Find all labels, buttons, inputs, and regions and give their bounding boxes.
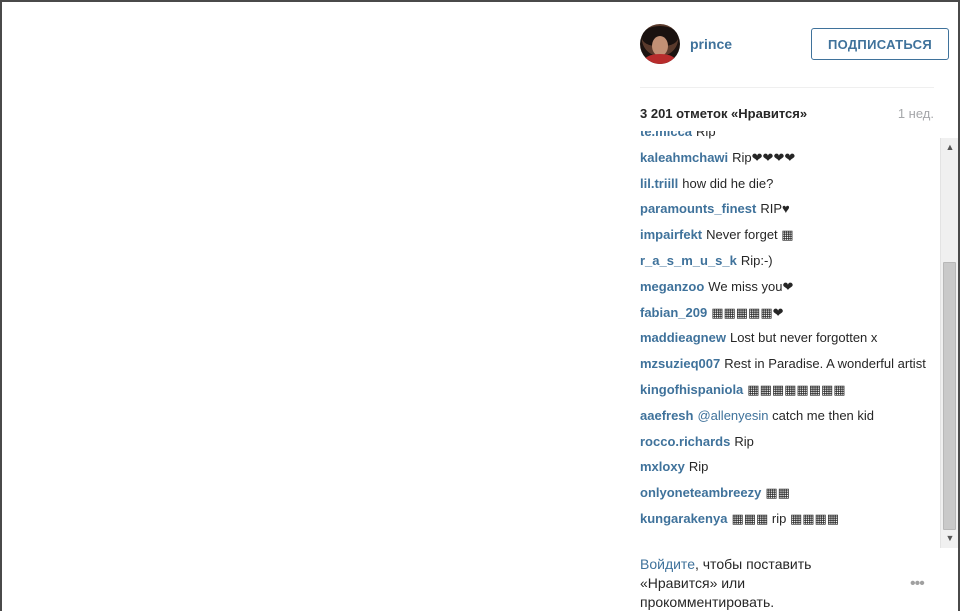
post-sidebar: prince ПОДПИСАТЬСЯ 3 201 отметок «Нравит…	[624, 4, 958, 615]
comment-text: We miss you❤	[708, 278, 794, 294]
comment-item: mxloxy Rip	[640, 458, 936, 476]
comment-username[interactable]: mxloxy	[640, 459, 685, 474]
comment-username[interactable]: impairfekt	[640, 227, 702, 242]
comment-username[interactable]: fabian_209	[640, 305, 707, 320]
comment-text: Rip	[696, 131, 716, 139]
comment-item: meganzoo We miss you❤	[640, 278, 936, 296]
comment-username[interactable]: meganzoo	[640, 279, 704, 294]
username-link[interactable]: prince	[690, 36, 732, 52]
comment-username[interactable]: lil.triill	[640, 176, 678, 191]
comment-username[interactable]: maddieagnew	[640, 330, 726, 345]
post-header: prince ПОДПИСАТЬСЯ	[640, 22, 949, 68]
comment-item: paramounts_finest RIP♥	[640, 200, 936, 218]
comment-item: fabian_209 ▦▦▦▦▦❤	[640, 304, 936, 322]
comment-text: ▦▦▦▦▦▦▦▦	[747, 381, 846, 397]
follow-button[interactable]: ПОДПИСАТЬСЯ	[811, 28, 949, 60]
comment-item: kungarakenya ▦▦▦ rip ▦▦▦▦	[640, 510, 936, 528]
post-image-area[interactable]	[4, 4, 618, 611]
comment-mention[interactable]: @allenyesin	[697, 408, 768, 423]
comment-text: ▦▦▦▦▦❤	[711, 304, 784, 320]
comment-username[interactable]: mzsuzieq007	[640, 356, 720, 371]
header-divider	[640, 87, 934, 88]
comment-username[interactable]: aaefresh	[640, 408, 693, 423]
post-footer: Войдите, чтобы поставить «Нравится» или …	[640, 555, 940, 615]
scroll-down-icon[interactable]: ▼	[942, 530, 958, 547]
comment-username[interactable]: te.micca	[640, 131, 692, 139]
comments-list[interactable]: te.micca Rip kaleahmchawi Rip❤❤❤❤ lil.trii…	[640, 131, 958, 548]
comment-item: impairfekt Never forget ▦	[640, 226, 936, 244]
comment-item: mzsuzieq007 Rest in Paradise. A wonderful…	[640, 355, 936, 373]
comment-text: Rip:-)	[740, 252, 773, 268]
comment-username[interactable]: r_a_s_m_u_s_k	[640, 253, 737, 268]
avatar[interactable]	[640, 24, 680, 64]
comment-text: ▦▦▦ rip ▦▦▦▦	[731, 510, 840, 526]
likes-row: 3 201 отметок «Нравится» 1 нед.	[640, 106, 934, 126]
login-prompt: Войдите, чтобы поставить «Нравится» или …	[640, 555, 860, 612]
login-link[interactable]: Войдите	[640, 556, 695, 572]
comment-username[interactable]: kingofhispaniola	[640, 382, 743, 397]
comment-item: aaefresh @allenyesin catch me then kid	[640, 407, 936, 425]
comment-text: ▦▦	[765, 485, 790, 501]
scrollbar-thumb[interactable]	[943, 262, 956, 530]
comment-item: maddieagnew Lost but never forgotten x	[640, 329, 936, 347]
comment-text: how did he die?	[682, 175, 774, 191]
window-frame: prince ПОДПИСАТЬСЯ 3 201 отметок «Нравит…	[0, 0, 960, 611]
comment-text: Rest in Paradise. A wonderful artist	[724, 356, 926, 372]
comment-text: Rip	[688, 459, 709, 475]
post-time[interactable]: 1 нед.	[898, 106, 934, 121]
comments-scroll-content: te.micca Rip kaleahmchawi Rip❤❤❤❤ lil.trii…	[640, 131, 936, 536]
comment-text: Rip	[734, 433, 754, 449]
comment-text: Rip❤❤❤❤	[732, 149, 796, 165]
comment-text: RIP♥	[760, 201, 790, 217]
more-options-icon[interactable]: •••	[910, 575, 925, 593]
comment-item: r_a_s_m_u_s_k Rip:-)	[640, 252, 936, 270]
comment-username[interactable]: kungarakenya	[640, 511, 727, 526]
comment-item: te.micca Rip	[640, 131, 936, 141]
comment-username[interactable]: kaleahmchawi	[640, 150, 728, 165]
comment-item: onlyoneteambreezy ▦▦	[640, 484, 936, 502]
comment-item: lil.triill how did he die?	[640, 175, 936, 193]
comment-text: Lost but never forgotten x	[729, 330, 878, 346]
comment-item: kingofhispaniola ▦▦▦▦▦▦▦▦	[640, 381, 936, 399]
comment-text: Never forget ▦	[706, 227, 794, 243]
avatar-shirt	[644, 54, 676, 64]
comment-username[interactable]: rocco.richards	[640, 434, 730, 449]
comment-text: catch me then kid	[772, 407, 875, 423]
comment-item: rocco.richards Rip	[640, 433, 936, 451]
likes-count[interactable]: 3 201 отметок «Нравится»	[640, 106, 807, 121]
avatar-face	[652, 36, 668, 56]
comment-item: kaleahmchawi Rip❤❤❤❤	[640, 149, 936, 167]
comment-username[interactable]: onlyoneteambreezy	[640, 485, 761, 500]
comment-username[interactable]: paramounts_finest	[640, 201, 756, 216]
comments-scrollbar[interactable]: ▲ ▼	[940, 138, 958, 548]
scroll-up-icon[interactable]: ▲	[942, 139, 958, 156]
